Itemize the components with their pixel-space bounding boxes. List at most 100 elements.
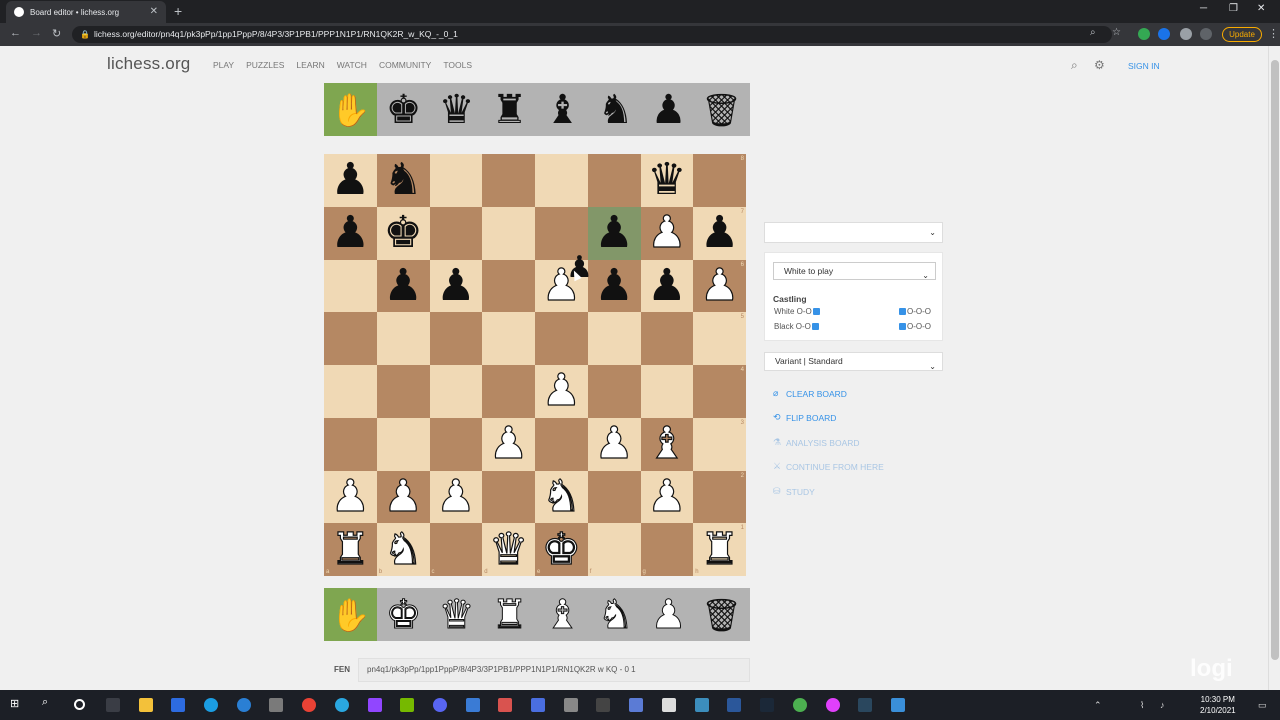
square-h1[interactable]: ♜ 1 h: [693, 523, 746, 576]
app-icon[interactable]: [466, 698, 480, 712]
square-d7[interactable]: [482, 206, 535, 260]
clear-board-button[interactable]: ⌀ CLEAR BOARD: [773, 388, 847, 399]
square-e2[interactable]: ♞: [535, 470, 588, 524]
square-g6[interactable]: ♟: [640, 259, 694, 313]
square-a5[interactable]: [324, 312, 377, 365]
study-button[interactable]: ⛁ STUDY: [773, 486, 815, 497]
minimize-icon[interactable]: ─: [1200, 3, 1207, 14]
white-queen-spare[interactable]: ♛: [430, 588, 483, 641]
steam-icon[interactable]: [760, 698, 774, 712]
black-oo-checkbox[interactable]: [811, 323, 819, 330]
square-h2[interactable]: 2: [693, 470, 746, 524]
white-knight-spare[interactable]: ♞: [589, 588, 642, 641]
pointer-hand-spare[interactable]: ✋: [324, 588, 377, 641]
white-ooo-checkbox[interactable]: [899, 308, 906, 315]
tray-chevron-icon[interactable]: ⌃: [1094, 700, 1102, 711]
nav-tools[interactable]: TOOLS: [443, 60, 472, 70]
square-b8[interactable]: ♞: [376, 154, 430, 207]
white-rook-icon[interactable]: ♜: [699, 527, 740, 572]
continue-from-here-button[interactable]: ⚔ CONTINUE FROM HERE: [773, 461, 884, 472]
black-pawn-icon[interactable]: ♟: [436, 263, 475, 308]
app-icon[interactable]: [564, 698, 578, 712]
nav-learn[interactable]: LEARN: [296, 60, 324, 70]
network-icon[interactable]: ⌇: [1140, 700, 1144, 711]
taskbar-clock[interactable]: 10:30 PM 2/10/2021: [1200, 694, 1236, 716]
white-queen-icon[interactable]: ♛: [488, 527, 529, 572]
black-queen-spare[interactable]: ♛: [430, 83, 483, 136]
discord-icon[interactable]: [433, 698, 447, 712]
square-g5[interactable]: [640, 312, 694, 365]
white-pawn-icon[interactable]: ♟: [699, 263, 740, 308]
file-explorer-icon[interactable]: [139, 698, 153, 712]
task-view-icon[interactable]: [106, 698, 120, 712]
app-icon[interactable]: [826, 698, 840, 712]
black-pawn-icon[interactable]: ♟: [647, 263, 686, 308]
square-h3[interactable]: 3: [693, 417, 746, 471]
menu-kebab-icon[interactable]: ⋮: [1268, 27, 1279, 40]
square-e1[interactable]: ♚ e: [535, 523, 588, 576]
nav-community[interactable]: COMMUNITY: [379, 60, 431, 70]
square-c2[interactable]: ♟: [429, 470, 483, 524]
pointer-hand-spare[interactable]: ✋: [324, 83, 377, 136]
new-tab-icon[interactable]: +: [174, 3, 182, 19]
extensions-puzzle-icon[interactable]: [1180, 28, 1192, 40]
square-c4[interactable]: [429, 365, 483, 418]
black-rook-spare[interactable]: ♜: [483, 83, 536, 136]
white-rook-icon[interactable]: ♜: [330, 527, 371, 572]
square-f8[interactable]: [587, 154, 641, 207]
square-b1[interactable]: ♞ b: [376, 523, 430, 576]
square-d8[interactable]: [482, 154, 535, 207]
square-b2[interactable]: ♟: [376, 470, 430, 524]
square-a2[interactable]: ♟: [324, 470, 377, 524]
square-e5[interactable]: [535, 312, 588, 365]
square-a7[interactable]: ♟: [324, 206, 377, 260]
white-pawn-icon[interactable]: ♟: [541, 368, 582, 413]
square-c7[interactable]: [429, 206, 483, 260]
dragged-black-pawn-icon[interactable]: ♟: [566, 250, 593, 285]
variant-select[interactable]: Variant | Standard ⌄: [764, 352, 943, 371]
flip-board-button[interactable]: ⟲ FLIP BOARD: [773, 412, 836, 423]
white-king-icon[interactable]: ♚: [541, 527, 582, 572]
black-queen-icon[interactable]: ♛: [647, 158, 686, 202]
square-f7[interactable]: ♟: [587, 206, 641, 260]
white-knight-icon[interactable]: ♞: [541, 474, 582, 519]
page-scrollbar[interactable]: [1268, 46, 1280, 690]
browser-tab[interactable]: Board editor • lichess.org ✕: [6, 1, 166, 23]
app-icon[interactable]: [629, 698, 643, 712]
app-icon[interactable]: [531, 698, 545, 712]
address-bar[interactable]: 🔒 lichess.org/editor/pn4q1/pk3pPp/1pp1Pp…: [72, 26, 1112, 43]
profile-avatar-icon[interactable]: [1200, 28, 1212, 40]
square-b5[interactable]: [376, 312, 430, 365]
white-pawn-icon[interactable]: ♟: [647, 210, 688, 255]
position-select[interactable]: ⌄: [764, 222, 943, 243]
black-pawn-icon[interactable]: ♟: [331, 158, 370, 202]
square-b6[interactable]: ♟: [376, 259, 430, 313]
square-f6[interactable]: ♟: [587, 259, 641, 313]
extension-icon[interactable]: [1138, 28, 1150, 40]
black-king-spare[interactable]: ♚: [377, 83, 430, 136]
square-d6[interactable]: [482, 259, 535, 313]
square-f5[interactable]: [587, 312, 641, 365]
nav-watch[interactable]: WATCH: [337, 60, 367, 70]
zoom-icon[interactable]: ⌕: [1090, 27, 1096, 38]
app-icon[interactable]: [727, 698, 741, 712]
nav-puzzles[interactable]: PUZZLES: [246, 60, 284, 70]
square-g1[interactable]: g: [640, 523, 694, 576]
trash-spare[interactable]: 🗑: [695, 83, 748, 136]
square-g8[interactable]: ♛: [640, 154, 694, 207]
square-e8[interactable]: [535, 154, 588, 207]
white-pawn-icon[interactable]: ♟: [383, 474, 424, 519]
square-b7[interactable]: ♚: [376, 206, 430, 260]
square-h8[interactable]: 8: [693, 154, 746, 207]
steam-icon[interactable]: [858, 698, 872, 712]
black-knight-icon[interactable]: ♞: [383, 158, 422, 202]
app-icon[interactable]: [596, 698, 610, 712]
white-oo-checkbox[interactable]: [812, 308, 820, 315]
white-bishop-spare[interactable]: ♝: [536, 588, 589, 641]
square-e4[interactable]: ♟: [535, 365, 588, 418]
cortana-icon[interactable]: [74, 699, 85, 710]
square-c3[interactable]: [429, 417, 483, 471]
square-e3[interactable]: [535, 417, 588, 471]
square-a8[interactable]: ♟: [324, 154, 377, 207]
square-d1[interactable]: ♛ d: [482, 523, 535, 576]
